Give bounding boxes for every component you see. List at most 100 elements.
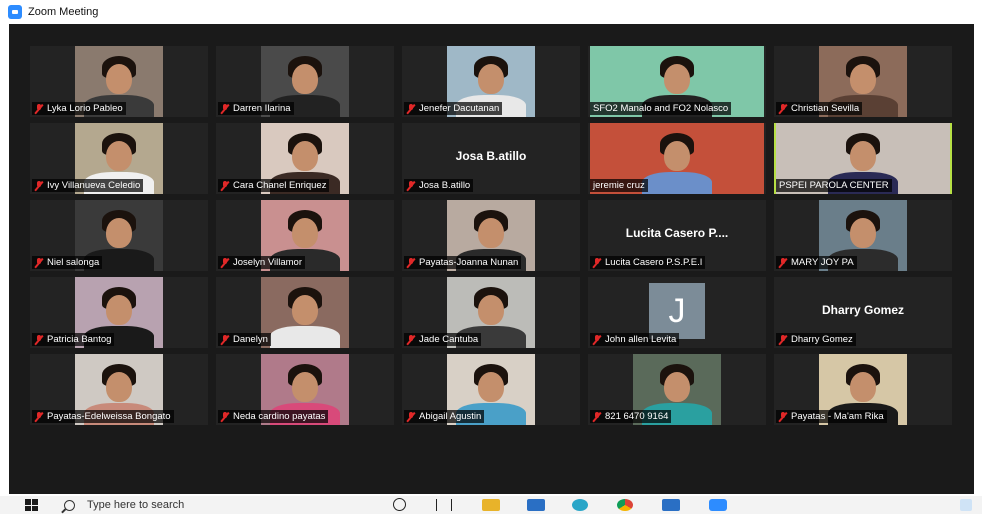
- participant-name-label: Ivy Villanueva Celedio: [32, 179, 144, 192]
- participant-tile[interactable]: MARY JOY PA: [774, 200, 952, 271]
- muted-mic-icon: [35, 180, 43, 191]
- participant-name: Josa B.atillo: [419, 180, 471, 191]
- participant-video: [261, 277, 349, 348]
- participant-tile[interactable]: 821 6470 9164: [588, 354, 766, 425]
- participant-tile[interactable]: Patricia Bantog: [30, 277, 208, 348]
- participant-name: Cara Chanel Enriquez: [233, 180, 327, 191]
- muted-mic-icon: [779, 103, 787, 114]
- muted-mic-icon: [35, 334, 43, 345]
- mail-icon[interactable]: [527, 499, 545, 511]
- participant-tile[interactable]: J John allen Levita: [588, 277, 766, 348]
- participant-name: SFO2 Manalo and FO2 Nolasco: [593, 103, 729, 114]
- participant-face: [292, 372, 318, 402]
- participant-face: [850, 64, 876, 94]
- participant-display-name: Josa B.atillo: [455, 149, 527, 163]
- participant-face: [106, 141, 132, 171]
- participant-shirt: [642, 172, 712, 194]
- participant-name-label: Joselyn Villamor: [218, 256, 305, 269]
- title-bar: Zoom Meeting: [0, 0, 982, 24]
- participant-face: [292, 141, 318, 171]
- participant-tile[interactable]: Payatas-Edelweissa Bongato: [30, 354, 208, 425]
- participant-name: Christian Sevilla: [791, 103, 860, 114]
- participant-tile[interactable]: jeremie cruz: [588, 123, 766, 194]
- muted-mic-icon: [779, 334, 787, 345]
- taskbar-search-box[interactable]: Type here to search: [52, 496, 342, 514]
- windows-start-icon[interactable]: [25, 499, 39, 511]
- muted-mic-icon: [407, 334, 415, 345]
- participant-name-label: Payatas-Edelweissa Bongato: [32, 410, 174, 423]
- windows-taskbar: Type here to search: [0, 496, 982, 514]
- participant-shirt: [270, 326, 340, 348]
- participant-tile[interactable]: Payatas-Joanna Nunan: [402, 200, 580, 271]
- participant-name-label: Dharry Gomez: [776, 333, 856, 346]
- participant-tile[interactable]: Payatas - Ma'am Rika: [774, 354, 952, 425]
- participant-tile[interactable]: Abigail Agustin: [402, 354, 580, 425]
- participant-name-label: Payatas - Ma'am Rika: [776, 410, 887, 423]
- participant-face: [478, 372, 504, 402]
- participant-tile[interactable]: Jenefer Dacutanan: [402, 46, 580, 117]
- cortana-icon[interactable]: [393, 498, 406, 511]
- muted-mic-icon: [35, 103, 43, 114]
- participant-tile[interactable]: Ivy Villanueva Celedio: [30, 123, 208, 194]
- search-placeholder: Type here to search: [87, 499, 185, 511]
- participant-name: Jenefer Dacutanan: [419, 103, 500, 114]
- participant-face: [106, 64, 132, 94]
- participant-face: [106, 218, 132, 248]
- muted-mic-icon: [593, 257, 601, 268]
- task-view-icon[interactable]: [436, 499, 452, 511]
- participant-face: [292, 64, 318, 94]
- muted-mic-icon: [407, 103, 415, 114]
- participant-name: Jade Cantuba: [419, 334, 479, 345]
- participant-tile[interactable]: Christian Sevilla: [774, 46, 952, 117]
- participant-name-label: Niel salonga: [32, 256, 103, 269]
- participant-tile[interactable]: Dharry Gomez Dharry Gomez: [774, 277, 952, 348]
- photos-app-icon[interactable]: [662, 499, 680, 511]
- participant-name: Payatas - Ma'am Rika: [791, 411, 884, 422]
- participant-name: Joselyn Villamor: [233, 257, 302, 268]
- participant-tile[interactable]: Lyka Lorio Pableo: [30, 46, 208, 117]
- participant-face: [106, 295, 132, 325]
- participant-tile[interactable]: Danelyn: [216, 277, 394, 348]
- participant-face: [478, 64, 504, 94]
- file-explorer-icon[interactable]: [482, 499, 500, 511]
- participant-display-name: Dharry Gomez: [821, 303, 905, 317]
- participant-name-label: PSPEI PAROLA CENTER: [776, 179, 892, 192]
- notification-icon[interactable]: [960, 499, 972, 511]
- muted-mic-icon: [35, 411, 43, 422]
- participant-tile[interactable]: Darren Ilarina: [216, 46, 394, 117]
- muted-mic-icon: [593, 334, 601, 345]
- participant-name-label: John allen Levita: [590, 333, 680, 346]
- participant-name-label: Jenefer Dacutanan: [404, 102, 503, 115]
- participant-name-label: Payatas-Joanna Nunan: [404, 256, 522, 269]
- participant-tile[interactable]: SFO2 Manalo and FO2 Nolasco: [588, 46, 766, 117]
- muted-mic-icon: [407, 257, 415, 268]
- participant-face: [478, 295, 504, 325]
- chrome-browser-icon[interactable]: [617, 499, 633, 511]
- muted-mic-icon: [593, 411, 601, 422]
- participant-name-label: Neda cardino payatas: [218, 410, 329, 423]
- participant-tile[interactable]: PSPEI PAROLA CENTER: [774, 123, 952, 194]
- participant-name: 821 6470 9164: [605, 411, 669, 422]
- participant-tile[interactable]: Joselyn Villamor: [216, 200, 394, 271]
- participant-name-label: Danelyn: [218, 333, 271, 346]
- participant-name: Neda cardino payatas: [233, 411, 326, 422]
- participant-face: [664, 64, 690, 94]
- participant-name: Danelyn: [233, 334, 268, 345]
- participant-tile[interactable]: Jade Cantuba: [402, 277, 580, 348]
- participant-name: Payatas-Joanna Nunan: [419, 257, 519, 268]
- participant-name: PSPEI PAROLA CENTER: [779, 180, 889, 191]
- search-icon: [64, 499, 75, 511]
- muted-mic-icon: [221, 411, 229, 422]
- participant-name: Dharry Gomez: [791, 334, 853, 345]
- participant-tile[interactable]: Niel salonga: [30, 200, 208, 271]
- participant-face: [292, 295, 318, 325]
- edge-browser-icon[interactable]: [572, 499, 588, 511]
- participant-tile[interactable]: Cara Chanel Enriquez: [216, 123, 394, 194]
- participant-tile[interactable]: Neda cardino payatas: [216, 354, 394, 425]
- zoom-taskbar-icon[interactable]: [709, 499, 727, 511]
- participant-face: [850, 141, 876, 171]
- participant-tile[interactable]: Josa B.atillo Josa B.atillo: [402, 123, 580, 194]
- participant-name: Darren Ilarina: [233, 103, 291, 114]
- participant-tile[interactable]: Lucita Casero P.... Lucita Casero P.S.P.E…: [588, 200, 766, 271]
- participant-face: [850, 372, 876, 402]
